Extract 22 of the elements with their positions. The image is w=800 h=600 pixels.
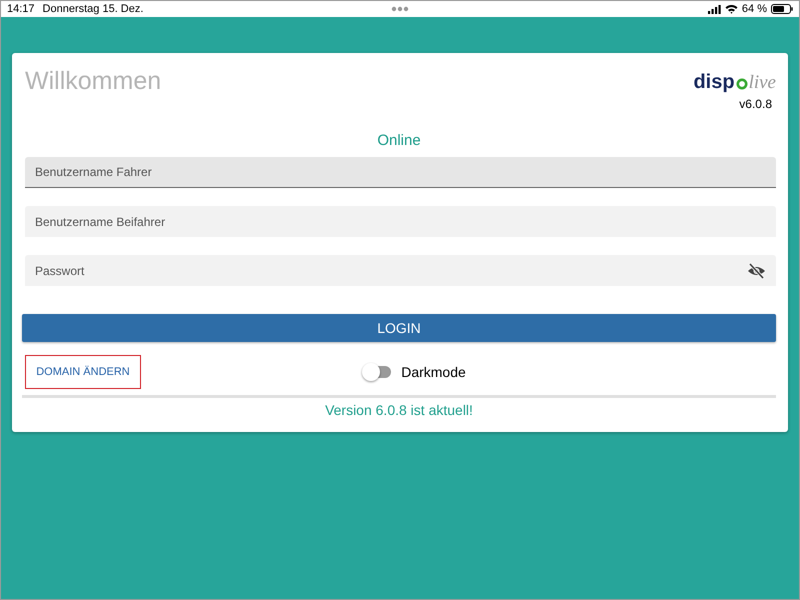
darkmode-switch[interactable] — [365, 366, 392, 378]
connection-status: Online — [376, 132, 422, 149]
battery-icon — [771, 4, 793, 14]
change-domain-button[interactable]: DOMAIN ÄNDERN — [25, 355, 141, 389]
darkmode-label: Darkmode — [401, 364, 466, 380]
password-field[interactable]: Passwort — [25, 255, 776, 286]
input-field[interactable]: Benutzername Beifahrer — [25, 206, 776, 237]
wifi-icon — [724, 4, 738, 14]
version-label: v6.0.8 — [739, 97, 772, 111]
signal-icon — [708, 4, 721, 14]
logo-text: disp — [693, 71, 735, 94]
hidden-eye-icon[interactable] — [747, 263, 766, 279]
logo-text: live — [748, 72, 776, 94]
battery-percent: 64 % — [742, 3, 767, 15]
login-button[interactable]: LOGIN — [22, 314, 776, 342]
logo-ring-icon — [736, 78, 748, 90]
welcome-title: Willkommen — [25, 67, 162, 96]
input-field[interactable]: Benutzername Fahrer — [25, 157, 776, 188]
clock-time: 14:17 — [7, 3, 35, 15]
date-text: Donnerstag 15. Dez. — [42, 3, 144, 15]
update-status: Version 6.0.8 ist aktuell! — [324, 402, 474, 418]
multitasking-dots-icon[interactable] — [391, 6, 409, 12]
